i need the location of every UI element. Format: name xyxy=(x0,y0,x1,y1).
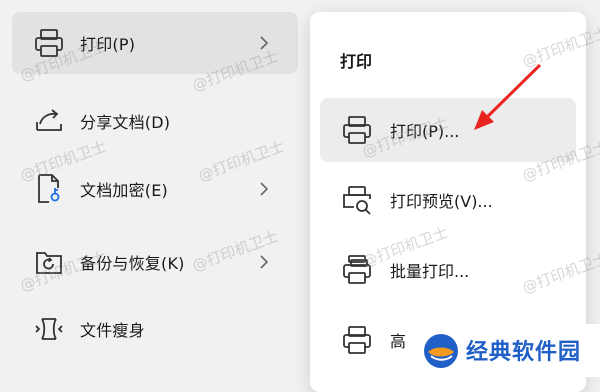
menu-item-label: 备份与恢复(K) xyxy=(80,254,185,273)
compress-file-icon xyxy=(32,312,66,346)
chevron-right-icon xyxy=(260,255,269,269)
share-icon xyxy=(32,104,66,138)
menu-item-encrypt[interactable]: 文档加密(E) xyxy=(12,158,298,220)
menu-item-label: 分享文档(D) xyxy=(80,113,171,132)
brand-text: 经典软件园 xyxy=(466,340,582,365)
submenu-title: 打印 xyxy=(340,52,373,71)
submenu-item-label: 高 xyxy=(390,332,407,351)
menu-item-slim-file[interactable]: 文件瘦身 xyxy=(12,298,298,360)
menu-item-label: 文件瘦身 xyxy=(80,321,145,340)
submenu-item-batch-print[interactable]: 批量打印... xyxy=(320,238,576,302)
printer-icon xyxy=(32,26,66,60)
submenu-item-label: 打印预览(V)... xyxy=(390,192,493,211)
main-menu: 打印(P) 分享文档(D) 文档加密(E) 备份与恢复(K) 文件瘦身 xyxy=(0,0,318,377)
print-preview-icon xyxy=(340,183,374,217)
menu-item-backup[interactable]: 备份与恢复(K) xyxy=(12,231,298,293)
batch-print-icon xyxy=(340,253,374,287)
menu-item-share[interactable]: 分享文档(D) xyxy=(12,90,298,152)
printer-settings-icon xyxy=(340,323,374,357)
submenu-item-label: 打印(P)... xyxy=(390,122,460,141)
menu-item-label: 文档加密(E) xyxy=(80,181,168,200)
menu-item-label: 打印(P) xyxy=(80,35,136,54)
brand-badge: 经典软件园 xyxy=(414,324,600,377)
brand-logo-icon xyxy=(424,334,458,368)
menu-item-print[interactable]: 打印(P) xyxy=(12,12,298,74)
printer-icon xyxy=(340,113,374,147)
chevron-right-icon xyxy=(260,182,269,196)
submenu-item-label: 批量打印... xyxy=(390,262,470,281)
chevron-right-icon xyxy=(260,36,269,50)
backup-restore-icon xyxy=(32,245,66,279)
lock-document-icon xyxy=(32,172,66,206)
annotation-arrow xyxy=(474,63,542,130)
submenu-item-print-preview[interactable]: 打印预览(V)... xyxy=(320,168,576,232)
